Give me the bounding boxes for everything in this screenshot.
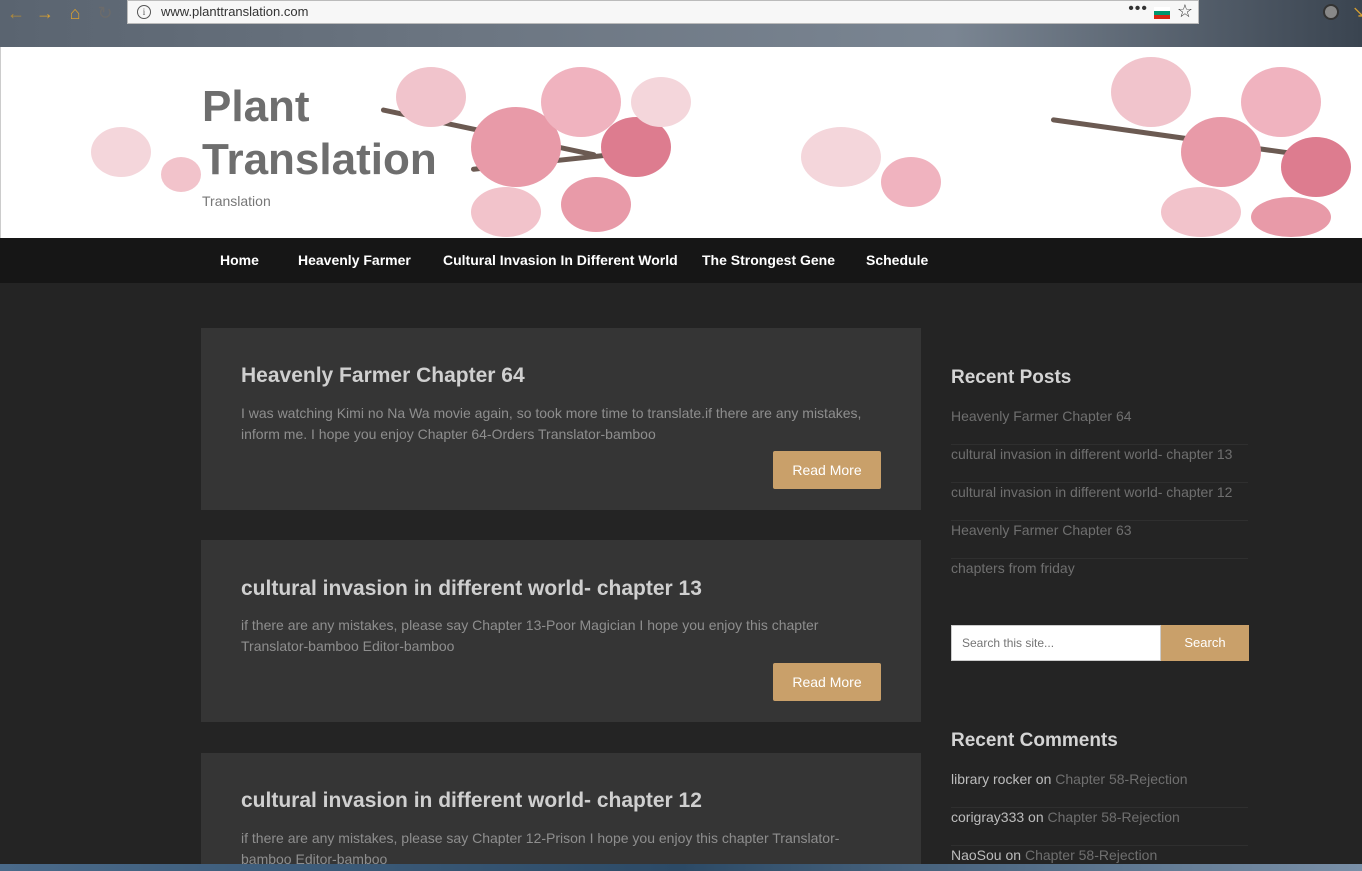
post-excerpt: I was watching Kimi no Na Wa movie again… [241,405,862,442]
recent-post-link[interactable]: cultural invasion in different world- ch… [951,483,1248,521]
nav-item-strongest-gene[interactable]: The Strongest Gene [702,238,835,283]
comment-author-link[interactable]: corigray333 [951,809,1024,825]
recent-posts-title: Recent Posts [951,367,1072,388]
arrow-right-icon[interactable]: → [35,3,55,23]
comment-author-link[interactable]: library rocker [951,771,1032,787]
post-card: cultural invasion in different world- ch… [201,540,921,722]
recent-comment-item: NaoSou on Chapter 58-Rejection [951,846,1248,864]
nav-item-heavenly-farmer[interactable]: Heavenly Farmer [298,238,411,283]
nav-item-home[interactable]: Home [220,238,259,283]
recent-comment-item: library rocker on Chapter 58-Rejection [951,770,1248,808]
search-input[interactable] [951,625,1161,661]
address-bar[interactable]: i www.planttranslation.com ••• ☆ [127,0,1199,24]
site-title[interactable]: Plant Translation [202,80,437,186]
arrow-left-icon[interactable]: ← [6,3,26,23]
extension-icon[interactable] [1323,4,1339,20]
comment-on-text: on [1035,771,1052,787]
recent-post-link[interactable]: Heavenly Farmer Chapter 63 [951,521,1248,559]
comment-author-link[interactable]: NaoSou [951,847,1002,863]
post-card: Heavenly Farmer Chapter 64 I was watchin… [201,328,921,510]
site-title-line2[interactable]: Translation [202,135,437,184]
comment-post-link[interactable]: Chapter 58-Rejection [1025,847,1157,863]
comment-post-link[interactable]: Chapter 58-Rejection [1048,809,1180,825]
post-title[interactable]: Heavenly Farmer Chapter 64 [241,364,525,388]
search-button[interactable]: Search [1161,625,1249,661]
post-card: cultural invasion in different world- ch… [201,753,921,871]
reload-icon[interactable]: ↻ [95,3,115,23]
nav-item-cultural-invasion[interactable]: Cultural Invasion In Different World [443,238,678,283]
site-tagline: Translation [202,193,271,209]
download-icon[interactable]: ↘ [1352,2,1362,22]
post-title[interactable]: cultural invasion in different world- ch… [241,577,702,601]
nav-item-schedule[interactable]: Schedule [866,238,928,283]
info-icon[interactable]: i [137,5,151,19]
comment-on-text: on [1028,809,1044,825]
read-more-button[interactable]: Read More [773,663,881,701]
recent-post-link[interactable]: chapters from friday [951,559,1248,597]
recent-post-link[interactable]: cultural invasion in different world- ch… [951,445,1248,483]
site-header: Plant Translation Translation [0,47,1362,238]
site-title-line1[interactable]: Plant [202,82,310,131]
comment-on-text: on [1005,847,1022,863]
desktop-background-strip [0,864,1362,871]
post-title[interactable]: cultural invasion in different world- ch… [241,789,702,813]
bookmark-star-icon[interactable]: ☆ [1177,0,1193,22]
home-icon[interactable]: ⌂ [65,3,85,23]
post-excerpt: if there are any mistakes, please say Ch… [241,617,819,654]
recent-post-link[interactable]: Heavenly Farmer Chapter 64 [951,407,1248,445]
page-actions-icon[interactable]: ••• [1128,0,1148,20]
url-text: www.planttranslation.com [161,4,309,19]
read-more-button[interactable]: Read More [773,451,881,489]
browser-toolbar: ← → ⌂ ↻ i www.planttranslation.com ••• ☆… [0,0,1362,47]
flag-icon[interactable] [1154,7,1170,19]
comment-post-link[interactable]: Chapter 58-Rejection [1055,771,1187,787]
main-navigation: Home Heavenly Farmer Cultural Invasion I… [0,238,1362,283]
recent-comment-item: corigray333 on Chapter 58-Rejection [951,808,1248,846]
recent-comments-title: Recent Comments [951,730,1118,751]
